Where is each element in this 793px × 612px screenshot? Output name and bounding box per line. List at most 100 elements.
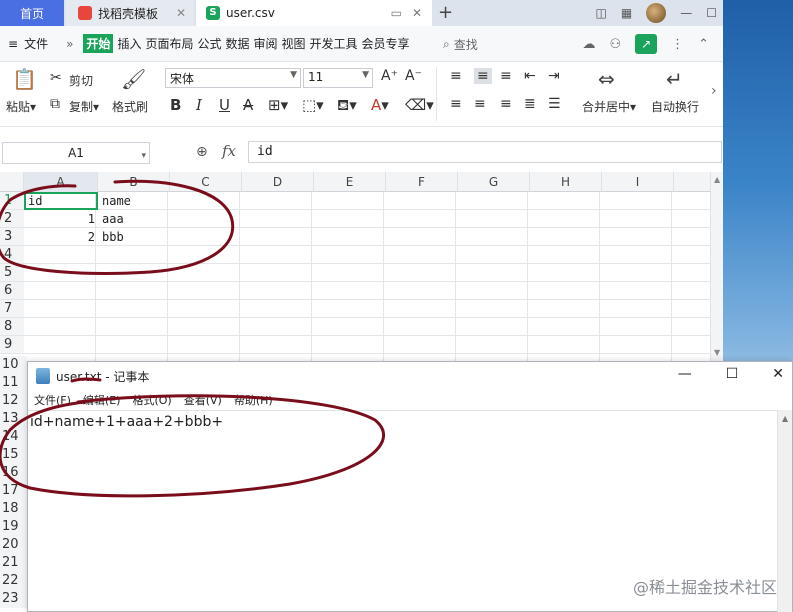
column-header-d[interactable]: D [242, 172, 314, 192]
row-header[interactable]: 23 [0, 590, 27, 608]
clear-format-icon[interactable]: ⌫▾ [405, 96, 434, 114]
row-header[interactable]: 3 [0, 228, 24, 246]
notepad-menu-edit[interactable]: 编辑(E) [83, 392, 121, 408]
wrap-text-button[interactable]: 自动换行 [651, 98, 699, 115]
tab-template[interactable]: 找稻壳模板 ✕ [66, 0, 194, 26]
row-header[interactable]: 14 [0, 428, 27, 446]
borders-icon[interactable]: ⊞▾ [268, 96, 288, 114]
row-header[interactable]: 11 [0, 374, 27, 392]
monitor-icon[interactable]: ▭ [391, 6, 402, 20]
indent-increase-icon[interactable]: ⇥ [548, 68, 560, 84]
cut-button[interactable]: 剪切 [69, 72, 93, 89]
menu-page-layout[interactable]: 页面布局 [145, 35, 193, 52]
formula-input[interactable]: id [248, 141, 722, 163]
strikethrough-icon[interactable]: A [243, 96, 253, 114]
row-header[interactable]: 8 [0, 318, 24, 336]
user-avatar[interactable] [646, 3, 667, 23]
bold-icon[interactable]: B [170, 96, 181, 114]
row-header[interactable]: 19 [0, 518, 27, 536]
zoom-formula-icon[interactable]: ⊕ [196, 144, 208, 160]
scroll-down-icon[interactable]: ▼ [714, 348, 720, 357]
notepad-menu-view[interactable]: 查看(V) [184, 392, 222, 408]
tab-close-icon[interactable]: ✕ [176, 6, 186, 20]
row-header[interactable]: 2 [0, 210, 24, 228]
row-header[interactable]: 15 [0, 446, 27, 464]
indent-decrease-icon[interactable]: ⇤ [524, 68, 536, 84]
align-center-icon[interactable]: ≡ [474, 96, 486, 112]
more-options-icon[interactable]: ⋮ [671, 37, 684, 52]
collaborate-icon[interactable]: ⚇ [609, 37, 621, 52]
row-header[interactable]: 16 [0, 464, 27, 482]
cell-b1[interactable]: name [102, 192, 131, 210]
fill-pattern-icon[interactable]: ⬚▾ [302, 96, 324, 114]
tab-home[interactable]: 首页 [0, 0, 64, 26]
row-header[interactable]: 4 [0, 246, 24, 264]
merge-center-icon[interactable]: ⇔ [598, 67, 615, 91]
ribbon-scroll-right-icon[interactable]: › [711, 83, 717, 99]
column-header-g[interactable]: G [458, 172, 530, 192]
row-header[interactable]: 20 [0, 536, 27, 554]
cut-icon[interactable]: ✂ [50, 70, 62, 86]
menu-start[interactable]: 开始 [83, 34, 114, 53]
row-header[interactable]: 10 [0, 356, 27, 374]
font-color-icon[interactable]: A▾ [371, 96, 389, 114]
notepad-vertical-scrollbar[interactable]: ▲ [777, 410, 792, 612]
column-header-e[interactable]: E [314, 172, 386, 192]
fill-color-icon[interactable]: ⛾▾ [337, 96, 357, 116]
italic-icon[interactable]: I [196, 96, 202, 114]
column-header-a[interactable]: A [24, 172, 98, 192]
tab-close-icon[interactable]: ✕ [412, 6, 422, 20]
close-icon[interactable]: ✕ [772, 366, 784, 382]
apps-grid-icon[interactable]: ▦ [621, 6, 632, 20]
tab-user-csv[interactable]: S user.csv ▭ ✕ [196, 0, 432, 26]
collapse-ribbon-icon[interactable]: ⌃ [698, 37, 709, 52]
notepad-menu-format[interactable]: 格式(O) [132, 392, 171, 408]
distributed-icon[interactable]: ☰ [548, 96, 561, 112]
share-button[interactable]: ↗ [635, 34, 658, 54]
align-bottom-icon[interactable]: ≡ [500, 68, 512, 84]
copy-button[interactable]: 复制▾ [69, 98, 99, 115]
row-header[interactable]: 22 [0, 572, 27, 590]
paste-icon[interactable]: 📋 [12, 67, 37, 91]
cell-a3[interactable]: 2 [24, 228, 95, 246]
new-tab-plus-icon[interactable]: + [438, 2, 453, 23]
scroll-up-icon[interactable]: ▲ [782, 414, 788, 423]
minimize-icon[interactable]: — [678, 366, 692, 382]
select-all-corner[interactable] [0, 172, 24, 192]
row-header[interactable]: 9 [0, 336, 24, 354]
menu-more-icon[interactable]: » [66, 37, 73, 51]
maximize-icon[interactable]: ☐ [706, 6, 717, 20]
merge-center-button[interactable]: 合并居中▾ [582, 98, 636, 115]
minimize-icon[interactable]: — [680, 6, 692, 20]
name-box[interactable]: A1 ▾ [2, 142, 150, 164]
column-header-h[interactable]: H [530, 172, 602, 192]
cell-b3[interactable]: bbb [102, 228, 124, 246]
notepad-menu-help[interactable]: 帮助(H) [234, 392, 273, 408]
row-header[interactable]: 5 [0, 264, 24, 282]
maximize-icon[interactable]: ☐ [726, 366, 739, 382]
font-size-select[interactable]: 11 ▼ [303, 68, 373, 88]
fx-icon[interactable]: fx [222, 142, 236, 160]
row-header[interactable]: 13 [0, 410, 27, 428]
column-header-b[interactable]: B [98, 172, 170, 192]
search-box[interactable]: ⌕ 查找 [443, 36, 478, 53]
align-right-icon[interactable]: ≡ [500, 96, 512, 112]
cell-b2[interactable]: aaa [102, 210, 124, 228]
decrease-font-icon[interactable]: A⁻ [405, 68, 422, 84]
format-painter-icon[interactable]: 🖌 [121, 67, 146, 91]
notepad-menu-file[interactable]: 文件(F) [34, 392, 71, 408]
increase-font-icon[interactable]: A⁺ [381, 68, 398, 84]
paste-button[interactable]: 粘贴▾ [6, 98, 36, 115]
column-header-f[interactable]: F [386, 172, 458, 192]
align-top-icon[interactable]: ≡ [450, 68, 462, 84]
menu-member[interactable]: 会员专享 [362, 35, 410, 52]
row-header[interactable]: 18 [0, 500, 27, 518]
notepad-title-bar[interactable]: user.txt - 记事本 — ☐ ✕ [28, 362, 792, 390]
row-header[interactable]: 17 [0, 482, 27, 500]
column-header-c[interactable]: C [170, 172, 242, 192]
align-left-icon[interactable]: ≡ [450, 96, 462, 112]
row-header[interactable]: 21 [0, 554, 27, 572]
copy-icon[interactable]: ⧉ [50, 96, 60, 112]
menu-review[interactable]: 审阅 [254, 35, 278, 52]
underline-icon[interactable]: U [219, 96, 230, 114]
